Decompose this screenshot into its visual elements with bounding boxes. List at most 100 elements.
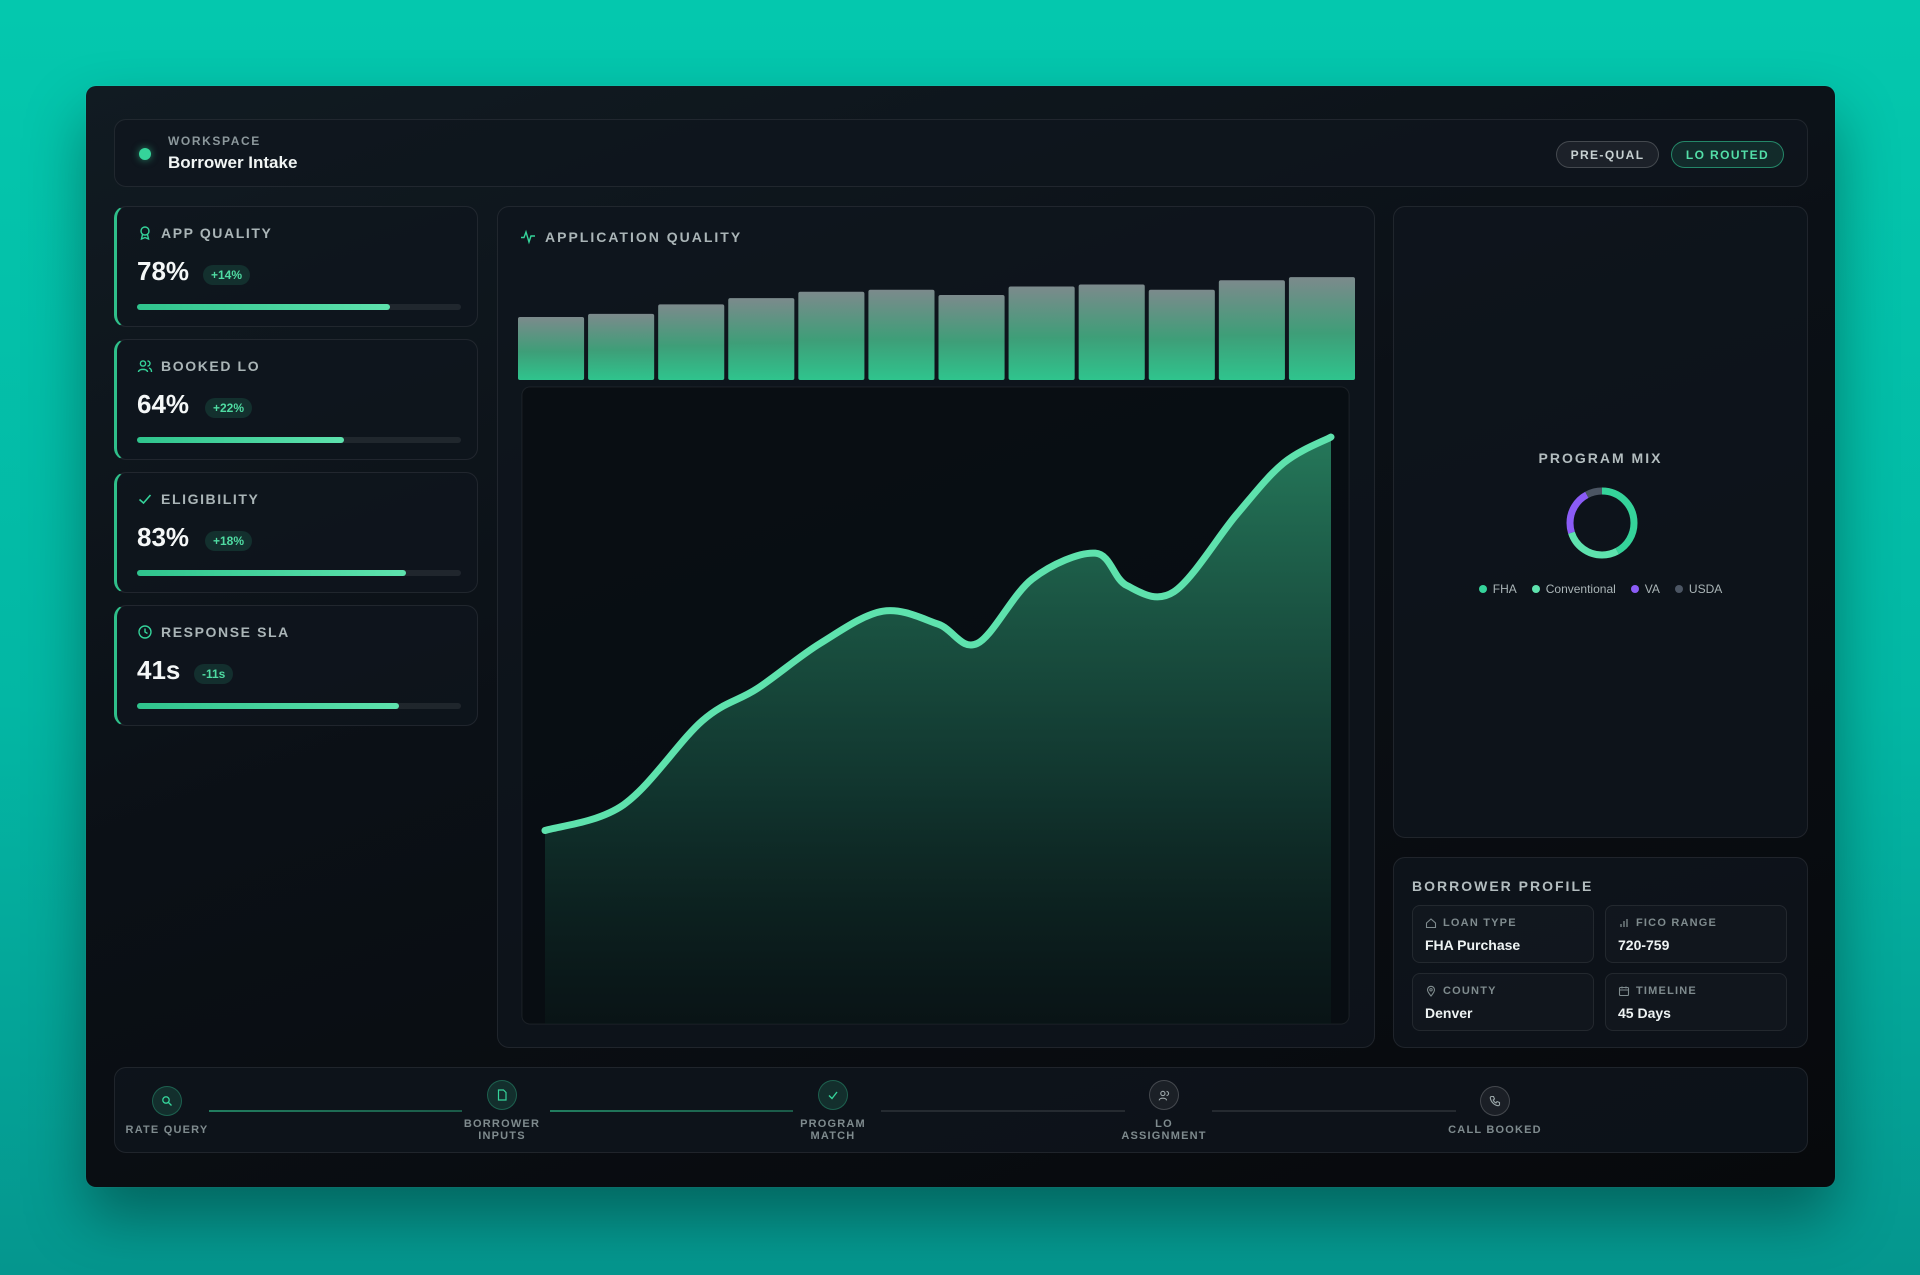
metric-label: APP QUALITY [161,225,273,241]
program-mix-panel: PROGRAM MIX FHA Conventional VA USDA [1393,206,1808,838]
metric-delta: +22% [205,398,253,418]
bar [938,294,1005,380]
bar [868,289,935,380]
progress-fill [137,304,390,310]
legend-swatch [1630,585,1639,593]
bar [1288,277,1355,380]
step-circle [152,1086,182,1116]
legend-swatch [1531,585,1540,593]
profile-field-county: COUNTY Denver [1412,973,1594,1031]
step-connector [550,1110,793,1112]
metric-delta: +14% [203,265,251,285]
map-pin-icon [1426,985,1436,997]
field-value: Denver [1425,1005,1473,1021]
phone-icon [1489,1095,1501,1107]
step-connector [1212,1110,1456,1112]
borrower-profile-panel: BORROWER PROFILE LOAN TYPE FHA Purchase … [1393,857,1808,1048]
pre-qual-badge[interactable]: PRE-QUAL [1556,141,1659,168]
progress-fill [137,437,345,443]
bar [658,304,725,380]
check-icon [828,1091,838,1100]
legend-item-va: VA [1630,582,1660,596]
field-label: LOAN TYPE [1443,917,1517,929]
metric-delta: +18% [205,531,253,551]
step-connector [209,1110,462,1112]
metric-card-response-sla[interactable]: RESPONSE SLA 41s -11s [114,605,478,726]
users-icon [137,360,153,373]
workflow-stepper: RATE QUERY BORROWER INPUTS PROGRAM MATCH L… [114,1067,1808,1153]
progress-track [137,703,461,709]
borrower-profile-title: BORROWER PROFILE [1412,878,1594,894]
metric-delta: -11s [194,664,234,684]
bar [588,313,655,380]
field-label: TIMELINE [1636,985,1697,997]
metric-card-app-quality[interactable]: APP QUALITY 78% +14% [114,206,478,327]
step-label: CALL BOOKED [1448,1124,1542,1136]
file-icon [497,1089,507,1101]
bar-series [518,277,1355,380]
calendar-icon [1618,986,1630,997]
metric-card-eligibility[interactable]: ELIGIBILITY 83% +18% [114,472,478,593]
award-icon [140,226,150,241]
application-quality-panel: APPLICATION QUALITY [497,206,1375,1048]
metric-label: BOOKED LO [161,358,261,374]
legend-label: VA [1644,582,1660,596]
bar [518,317,585,380]
step-circle [1480,1086,1510,1116]
step-label: RATE QUERY [125,1124,209,1136]
progress-track [137,304,461,310]
workspace-label: WORKSPACE [168,134,261,148]
legend-item-conventional: Conventional [1531,582,1616,596]
progress-track [137,570,461,576]
bar [798,291,865,380]
program-mix-legend: FHA Conventional VA USDA [1394,582,1807,596]
field-value: 45 Days [1618,1005,1671,1021]
home-icon [1425,918,1437,929]
legend-label: FHA [1492,582,1517,596]
program-mix-title: PROGRAM MIX [1538,450,1663,466]
legend-swatch [1478,585,1487,593]
step-circle [1149,1080,1179,1110]
metric-value: 78% [137,256,190,286]
metric-label: ELIGIBILITY [161,491,260,507]
legend-label: USDA [1688,582,1723,596]
check-icon [138,494,152,505]
step-label: BORROWER INPUTS [463,1118,541,1142]
status-dot [139,148,151,160]
bar [728,298,795,380]
step-label: PROGRAM MATCH [800,1118,866,1142]
progress-fill [137,703,400,709]
workspace-header: WORKSPACE Borrower Intake PRE-QUAL LO RO… [114,119,1808,187]
bar-chart-icon [1620,919,1628,927]
field-label: FICO RANGE [1636,917,1718,929]
field-value: FHA Purchase [1425,937,1521,953]
metric-card-booked-lo[interactable]: BOOKED LO 64% +22% [114,339,478,460]
app-window: WORKSPACE Borrower Intake PRE-QUAL LO RO… [86,86,1835,1187]
legend-item-usda: USDA [1674,582,1723,596]
field-label: COUNTY [1443,985,1497,997]
clock-icon [138,625,152,639]
bar [1148,289,1215,380]
legend-item-fha: FHA [1478,582,1517,596]
bar [1078,284,1145,380]
metric-value: 83% [137,522,190,552]
progress-fill [137,570,406,576]
workspace-title: Borrower Intake [168,153,298,172]
program-mix-donut [1566,487,1638,559]
users-icon [1158,1090,1169,1101]
step-label: LO ASSIGNMENT [1121,1118,1207,1142]
step-connector [881,1110,1125,1112]
bar [1008,286,1075,380]
progress-track [137,437,461,443]
step-circle [487,1080,517,1110]
profile-field-timeline: TIMELINE 45 Days [1605,973,1787,1031]
metric-value: 64% [137,389,190,419]
legend-swatch [1674,585,1683,593]
metric-value: 41s [137,655,181,685]
lo-routed-badge[interactable]: LO ROUTED [1671,141,1784,168]
legend-label: Conventional [1545,582,1616,596]
metric-label: RESPONSE SLA [161,624,290,640]
profile-field-fico-range: FICO RANGE 720-759 [1605,905,1787,963]
field-value: 720-759 [1618,937,1670,953]
profile-field-loan-type: LOAN TYPE FHA Purchase [1412,905,1594,963]
